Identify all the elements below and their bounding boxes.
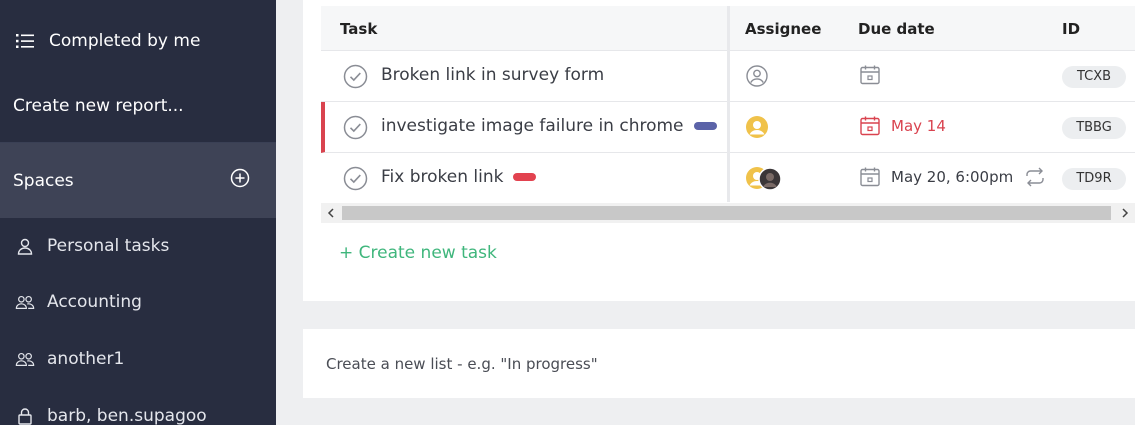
task-id-badge: TD9R xyxy=(1062,168,1126,190)
due-date[interactable]: May 14 xyxy=(859,115,946,137)
people-icon xyxy=(15,292,35,312)
column-header-due-date[interactable]: Due date xyxy=(858,20,935,38)
assignee-avatars[interactable] xyxy=(745,166,785,192)
new-list-card: Create a new list - e.g. "In progress" xyxy=(303,329,1135,398)
sidebar-item-label: Accounting xyxy=(47,292,142,312)
add-space-icon[interactable] xyxy=(230,168,250,193)
task-name-text: investigate image failure in chrome xyxy=(381,116,684,136)
column-header-id[interactable]: ID xyxy=(1062,20,1080,38)
lock-icon xyxy=(15,406,35,425)
column-resize-handle[interactable] xyxy=(727,6,730,202)
scroll-left-icon[interactable] xyxy=(321,203,341,223)
create-new-task-button[interactable]: + Create new task xyxy=(339,243,497,263)
calendar-icon xyxy=(860,65,880,85)
complete-checkbox-icon[interactable] xyxy=(343,166,368,191)
sidebar-item-label: another1 xyxy=(47,349,125,369)
task-list-card: Task Assignee Due date ID Broken link in… xyxy=(303,0,1135,301)
due-date[interactable] xyxy=(859,64,891,86)
scroll-right-icon[interactable] xyxy=(1115,203,1135,223)
create-report-label: Create new report... xyxy=(13,96,184,116)
list-icon xyxy=(15,31,35,51)
column-header-assignee[interactable]: Assignee xyxy=(745,20,821,38)
assignee-avatar[interactable] xyxy=(745,115,785,141)
task-name[interactable]: investigate image failure in chrome xyxy=(381,116,717,136)
sidebar-item-label: Completed by me xyxy=(49,31,201,51)
sidebar-item-label: Personal tasks xyxy=(47,236,170,256)
sidebar-item-completed-by-me[interactable]: Completed by me xyxy=(0,28,276,54)
horizontal-scrollbar[interactable] xyxy=(321,203,1135,223)
complete-checkbox-icon[interactable] xyxy=(343,115,368,140)
task-name[interactable]: Fix broken link xyxy=(381,167,537,187)
task-name-text: Broken link in survey form xyxy=(381,65,605,85)
due-date-text: May 14 xyxy=(891,117,946,135)
unassigned-user-icon[interactable] xyxy=(745,64,785,90)
complete-checkbox-icon[interactable] xyxy=(343,64,368,89)
tag-pill[interactable] xyxy=(693,122,717,130)
sidebar-item-accounting[interactable]: Accounting xyxy=(0,288,276,316)
people-icon xyxy=(15,349,35,369)
spaces-header: Spaces xyxy=(0,143,276,218)
task-id-badge: TBBG xyxy=(1062,117,1126,139)
task-name-text: Fix broken link xyxy=(381,167,504,187)
column-header-task[interactable]: Task xyxy=(340,20,377,38)
new-list-input[interactable]: Create a new list - e.g. "In progress" xyxy=(326,355,598,373)
calendar-icon xyxy=(860,116,880,136)
task-name[interactable]: Broken link in survey form xyxy=(381,65,604,85)
sidebar-item-barb[interactable]: barb, ben.supagoo xyxy=(0,402,276,425)
repeat-icon[interactable] xyxy=(1023,166,1047,188)
task-id-badge: TCXB xyxy=(1062,66,1126,88)
sidebar-item-personal-tasks[interactable]: Personal tasks xyxy=(0,232,276,260)
scrollbar-thumb[interactable] xyxy=(342,206,1111,220)
sidebar: Completed by me Create new report... Spa… xyxy=(0,0,276,425)
due-date[interactable]: May 20, 6:00pm xyxy=(859,166,1047,188)
tag-pill[interactable] xyxy=(513,173,537,181)
calendar-icon xyxy=(860,167,880,187)
spaces-label: Spaces xyxy=(13,170,74,191)
sidebar-item-label: barb, ben.supagoo xyxy=(47,406,207,425)
due-date-text: May 20, 6:00pm xyxy=(891,168,1014,186)
sidebar-item-another1[interactable]: another1 xyxy=(0,345,276,373)
create-report-button[interactable]: Create new report... xyxy=(0,92,276,120)
person-icon xyxy=(15,236,35,256)
